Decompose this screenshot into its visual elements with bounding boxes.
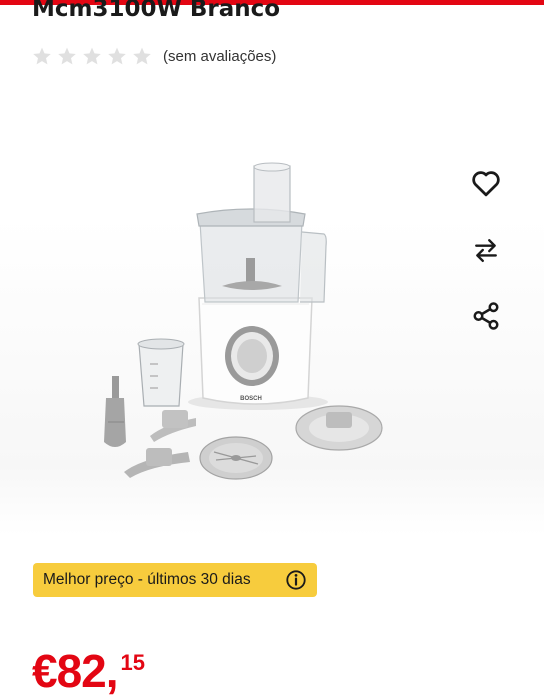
share-icon [473, 302, 499, 330]
star-icon [33, 47, 51, 65]
star-icon [58, 47, 76, 65]
badge-text: Melhor preço - últimos 30 dias [43, 571, 251, 588]
best-price-badge[interactable]: Melhor preço - últimos 30 dias [33, 563, 317, 597]
info-icon[interactable] [285, 569, 307, 591]
swap-arrows-icon [475, 239, 497, 263]
star-icon [83, 47, 101, 65]
product-title: Mcm3100W Branco [32, 0, 281, 22]
wishlist-button[interactable] [466, 163, 506, 203]
product-image[interactable]: BOSCH [0, 80, 544, 535]
star-icon [108, 47, 126, 65]
price-main: €82, [32, 645, 119, 697]
share-button[interactable] [466, 296, 506, 336]
price-cents: 15 [120, 650, 146, 675]
brand-mark: BOSCH [240, 396, 262, 402]
rating-text: (sem avaliações) [163, 47, 277, 65]
compare-button[interactable] [466, 230, 506, 270]
food-processor-illustration: BOSCH [104, 162, 383, 480]
star-icon [133, 47, 151, 65]
price: €82, 15 [32, 644, 145, 698]
heart-icon [472, 171, 500, 197]
rating-row[interactable]: (sem avaliações) [32, 44, 276, 68]
